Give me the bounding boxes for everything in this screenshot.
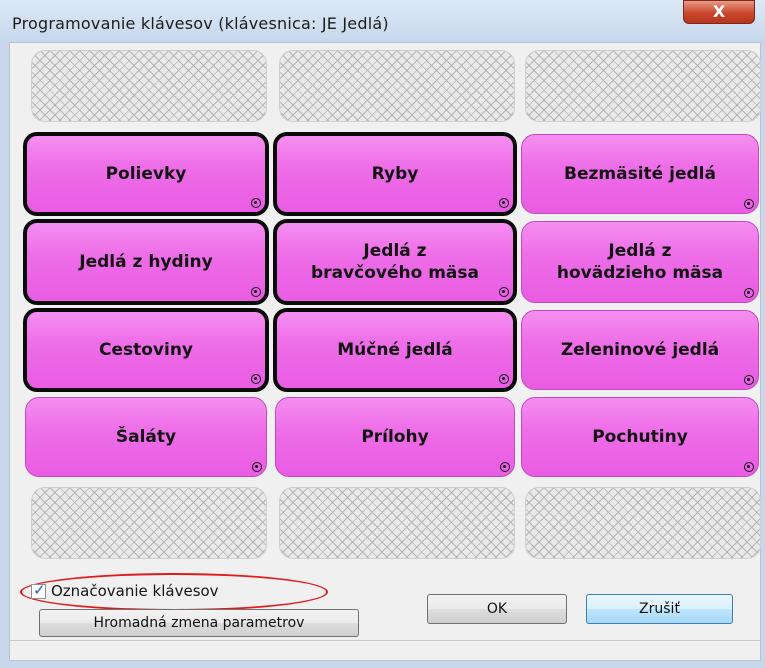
key-label: Bezmäsité jedlá [564,164,716,184]
key-marker-icon [251,198,261,208]
key-label: Múčné jedlá [337,340,453,360]
key-label: Prílohy [361,427,429,447]
key-cestoviny[interactable]: Cestoviny [23,308,269,392]
title-bar[interactable]: Programovanie klávesov (klávesnica: JE J… [0,0,765,42]
key-label: Jedlá z bravčového mäsa [311,241,479,283]
key-label: Cestoviny [98,340,194,360]
key-slot-empty[interactable] [31,487,267,559]
ok-button[interactable]: OK [427,594,567,624]
window-title: Programovanie klávesov (klávesnica: JE J… [12,14,389,33]
close-button[interactable]: X [683,0,755,24]
divider [9,640,761,641]
key-label: Jedlá z hovädzieho mäsa [556,241,724,283]
key-marker-icon [744,375,754,385]
cancel-button[interactable]: Zrušiť [586,594,733,624]
key-ryby[interactable]: Ryby [273,132,517,216]
key-label: Ryby [371,164,419,184]
key-mucne-jedla[interactable]: Múčné jedlá [273,308,517,392]
key-jedla-z-hydiny[interactable]: Jedlá z hydiny [23,219,269,305]
key-pochutiny[interactable]: Pochutiny [521,397,759,477]
key-slot-empty[interactable] [279,50,515,122]
key-slot-empty[interactable] [279,487,515,559]
oznacovanie-checkbox[interactable] [31,581,46,599]
key-marker-icon [499,198,509,208]
key-prilohy[interactable]: Prílohy [275,397,515,477]
key-jedla-z-bravcoveho-masa[interactable]: Jedlá z bravčového mäsa [273,219,517,305]
key-marker-icon [744,462,754,472]
key-label: Zeleninové jedlá [560,340,720,360]
key-polievky[interactable]: Polievky [23,132,269,216]
key-slot-empty[interactable] [31,50,267,122]
key-slot-empty[interactable] [525,487,761,559]
key-label: Polievky [105,164,187,184]
key-marker-icon [500,462,510,472]
key-marker-icon [744,288,754,298]
dialog-window: Programovanie klávesov (klávesnica: JE J… [0,0,765,668]
key-slot-empty[interactable] [525,50,761,122]
key-marker-icon [499,374,509,384]
key-marker-icon [251,287,261,297]
key-label: Jedlá z hydiny [79,252,213,272]
key-marker-icon [252,462,262,472]
key-marker-icon [251,374,261,384]
oznacovanie-label: Označovanie klávesov [51,582,219,600]
key-jedla-z-hovadzieho-masa[interactable]: Jedlá z hovädzieho mäsa [521,221,759,303]
hromadna-zmena-button[interactable]: Hromadná zmena parametrov [39,609,359,637]
key-zeleninove-jedla[interactable]: Zeleninové jedlá [521,310,759,390]
key-marker-icon [744,199,754,209]
close-icon: X [712,2,726,21]
key-salaty[interactable]: Šaláty [25,397,267,477]
key-marker-icon [499,287,509,297]
key-label: Pochutiny [592,427,688,447]
key-label: Šaláty [115,427,177,447]
key-bezmasite-jedla[interactable]: Bezmäsité jedlá [521,134,759,214]
